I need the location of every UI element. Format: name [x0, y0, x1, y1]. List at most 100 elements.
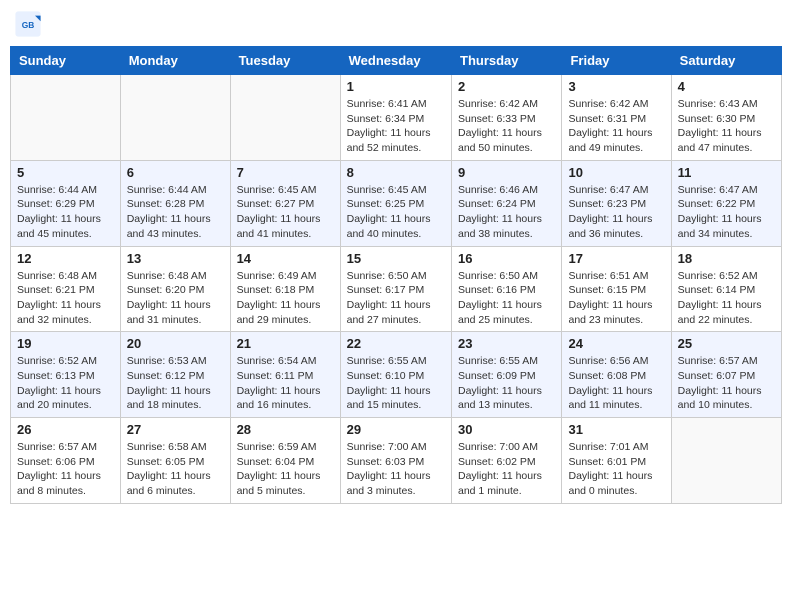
- day-cell: 10Sunrise: 6:47 AM Sunset: 6:23 PM Dayli…: [562, 160, 671, 246]
- day-info: Sunrise: 7:01 AM Sunset: 6:01 PM Dayligh…: [568, 440, 664, 499]
- day-info: Sunrise: 6:50 AM Sunset: 6:17 PM Dayligh…: [347, 269, 445, 328]
- day-cell: [230, 75, 340, 161]
- day-cell: 25Sunrise: 6:57 AM Sunset: 6:07 PM Dayli…: [671, 332, 781, 418]
- day-info: Sunrise: 6:47 AM Sunset: 6:22 PM Dayligh…: [678, 183, 775, 242]
- day-info: Sunrise: 6:57 AM Sunset: 6:06 PM Dayligh…: [17, 440, 114, 499]
- day-info: Sunrise: 6:44 AM Sunset: 6:29 PM Dayligh…: [17, 183, 114, 242]
- day-number: 18: [678, 251, 775, 266]
- day-number: 14: [237, 251, 334, 266]
- day-cell: 14 Sunrise: 6:49 AM Sunset: 6:18 PM Dayli…: [230, 246, 340, 332]
- day-info: Sunrise: 6:51 AM Sunset: 6:15 PM Dayligh…: [568, 269, 664, 328]
- day-number: 30: [458, 422, 555, 437]
- day-info: Sunrise: 6:53 AM Sunset: 6:12 PM Dayligh…: [127, 354, 224, 413]
- day-info: Sunrise: 6:42 AM Sunset: 6:33 PM Dayligh…: [458, 97, 555, 156]
- day-number: 28: [237, 422, 334, 437]
- day-cell: 16 Sunrise: 6:50 AM Sunset: 6:16 PM Dayli…: [452, 246, 562, 332]
- day-cell: 28 Sunrise: 6:59 AM Sunset: 6:04 PM Dayli…: [230, 418, 340, 504]
- day-cell: 11 Sunrise: 6:47 AM Sunset: 6:22 PM Dayli…: [671, 160, 781, 246]
- column-header-sunday: Sunday: [11, 47, 121, 75]
- day-info: Sunrise: 6:59 AM Sunset: 6:04 PM Dayligh…: [237, 440, 334, 499]
- day-info: Sunrise: 6:42 AM Sunset: 6:31 PM Dayligh…: [568, 97, 664, 156]
- day-cell: 13 Sunrise: 6:48 AM Sunset: 6:20 PM Dayli…: [120, 246, 230, 332]
- day-number: 3: [568, 79, 664, 94]
- day-number: 4: [678, 79, 775, 94]
- day-info: Sunrise: 6:55 AM Sunset: 6:10 PM Dayligh…: [347, 354, 445, 413]
- day-info: Sunrise: 6:58 AM Sunset: 6:05 PM Dayligh…: [127, 440, 224, 499]
- day-number: 9: [458, 165, 555, 180]
- column-header-saturday: Saturday: [671, 47, 781, 75]
- day-info: Sunrise: 6:45 AM Sunset: 6:27 PM Dayligh…: [237, 183, 334, 242]
- day-cell: 19 Sunrise: 6:52 AM Sunset: 6:13 PM Dayli…: [11, 332, 121, 418]
- day-cell: 1 Sunrise: 6:41 AM Sunset: 6:34 PM Daylig…: [340, 75, 451, 161]
- day-number: 13: [127, 251, 224, 266]
- day-cell: 29Sunrise: 7:00 AM Sunset: 6:03 PM Dayli…: [340, 418, 451, 504]
- day-number: 26: [17, 422, 114, 437]
- day-number: 27: [127, 422, 224, 437]
- day-cell: 2Sunrise: 6:42 AM Sunset: 6:33 PM Daylig…: [452, 75, 562, 161]
- day-info: Sunrise: 6:49 AM Sunset: 6:18 PM Dayligh…: [237, 269, 334, 328]
- day-number: 1: [347, 79, 445, 94]
- day-cell: 22 Sunrise: 6:55 AM Sunset: 6:10 PM Dayli…: [340, 332, 451, 418]
- day-info: Sunrise: 6:50 AM Sunset: 6:16 PM Dayligh…: [458, 269, 555, 328]
- day-number: 23: [458, 336, 555, 351]
- calendar-header-row: SundayMondayTuesdayWednesdayThursdayFrid…: [11, 47, 782, 75]
- day-cell: 15 Sunrise: 6:50 AM Sunset: 6:17 PM Dayli…: [340, 246, 451, 332]
- day-info: Sunrise: 6:44 AM Sunset: 6:28 PM Dayligh…: [127, 183, 224, 242]
- day-cell: 30Sunrise: 7:00 AM Sunset: 6:02 PM Dayli…: [452, 418, 562, 504]
- day-number: 17: [568, 251, 664, 266]
- week-row-3: 12Sunrise: 6:48 AM Sunset: 6:21 PM Dayli…: [11, 246, 782, 332]
- week-row-5: 26 Sunrise: 6:57 AM Sunset: 6:06 PM Dayli…: [11, 418, 782, 504]
- logo: GB: [14, 10, 46, 38]
- day-info: Sunrise: 6:54 AM Sunset: 6:11 PM Dayligh…: [237, 354, 334, 413]
- day-cell: [120, 75, 230, 161]
- column-header-wednesday: Wednesday: [340, 47, 451, 75]
- logo-icon: GB: [14, 10, 42, 38]
- day-number: 6: [127, 165, 224, 180]
- day-number: 15: [347, 251, 445, 266]
- day-number: 20: [127, 336, 224, 351]
- day-number: 31: [568, 422, 664, 437]
- column-header-tuesday: Tuesday: [230, 47, 340, 75]
- day-cell: [11, 75, 121, 161]
- column-header-thursday: Thursday: [452, 47, 562, 75]
- day-info: Sunrise: 6:48 AM Sunset: 6:21 PM Dayligh…: [17, 269, 114, 328]
- day-number: 8: [347, 165, 445, 180]
- day-cell: 5Sunrise: 6:44 AM Sunset: 6:29 PM Daylig…: [11, 160, 121, 246]
- week-row-4: 19 Sunrise: 6:52 AM Sunset: 6:13 PM Dayli…: [11, 332, 782, 418]
- day-cell: 27 Sunrise: 6:58 AM Sunset: 6:05 PM Dayli…: [120, 418, 230, 504]
- day-cell: 20 Sunrise: 6:53 AM Sunset: 6:12 PM Dayli…: [120, 332, 230, 418]
- day-info: Sunrise: 6:57 AM Sunset: 6:07 PM Dayligh…: [678, 354, 775, 413]
- day-info: Sunrise: 6:56 AM Sunset: 6:08 PM Dayligh…: [568, 354, 664, 413]
- day-cell: 7 Sunrise: 6:45 AM Sunset: 6:27 PM Daylig…: [230, 160, 340, 246]
- day-number: 21: [237, 336, 334, 351]
- day-cell: 6 Sunrise: 6:44 AM Sunset: 6:28 PM Daylig…: [120, 160, 230, 246]
- day-number: 19: [17, 336, 114, 351]
- column-header-friday: Friday: [562, 47, 671, 75]
- day-cell: 18 Sunrise: 6:52 AM Sunset: 6:14 PM Dayli…: [671, 246, 781, 332]
- day-number: 22: [347, 336, 445, 351]
- day-cell: [671, 418, 781, 504]
- day-info: Sunrise: 6:43 AM Sunset: 6:30 PM Dayligh…: [678, 97, 775, 156]
- day-info: Sunrise: 6:55 AM Sunset: 6:09 PM Dayligh…: [458, 354, 555, 413]
- day-cell: 12Sunrise: 6:48 AM Sunset: 6:21 PM Dayli…: [11, 246, 121, 332]
- day-cell: 23 Sunrise: 6:55 AM Sunset: 6:09 PM Dayli…: [452, 332, 562, 418]
- day-cell: 21 Sunrise: 6:54 AM Sunset: 6:11 PM Dayli…: [230, 332, 340, 418]
- day-info: Sunrise: 6:52 AM Sunset: 6:14 PM Dayligh…: [678, 269, 775, 328]
- day-cell: 31 Sunrise: 7:01 AM Sunset: 6:01 PM Dayli…: [562, 418, 671, 504]
- day-cell: 24 Sunrise: 6:56 AM Sunset: 6:08 PM Dayli…: [562, 332, 671, 418]
- calendar-table: SundayMondayTuesdayWednesdayThursdayFrid…: [10, 46, 782, 504]
- day-info: Sunrise: 7:00 AM Sunset: 6:03 PM Dayligh…: [347, 440, 445, 499]
- page-header: GB: [10, 10, 782, 38]
- day-number: 7: [237, 165, 334, 180]
- day-info: Sunrise: 6:52 AM Sunset: 6:13 PM Dayligh…: [17, 354, 114, 413]
- week-row-1: 1 Sunrise: 6:41 AM Sunset: 6:34 PM Daylig…: [11, 75, 782, 161]
- column-header-monday: Monday: [120, 47, 230, 75]
- day-number: 10: [568, 165, 664, 180]
- day-cell: 3 Sunrise: 6:42 AM Sunset: 6:31 PM Daylig…: [562, 75, 671, 161]
- day-number: 24: [568, 336, 664, 351]
- day-number: 11: [678, 165, 775, 180]
- day-cell: 17 Sunrise: 6:51 AM Sunset: 6:15 PM Dayli…: [562, 246, 671, 332]
- day-number: 16: [458, 251, 555, 266]
- day-info: Sunrise: 6:41 AM Sunset: 6:34 PM Dayligh…: [347, 97, 445, 156]
- day-info: Sunrise: 6:48 AM Sunset: 6:20 PM Dayligh…: [127, 269, 224, 328]
